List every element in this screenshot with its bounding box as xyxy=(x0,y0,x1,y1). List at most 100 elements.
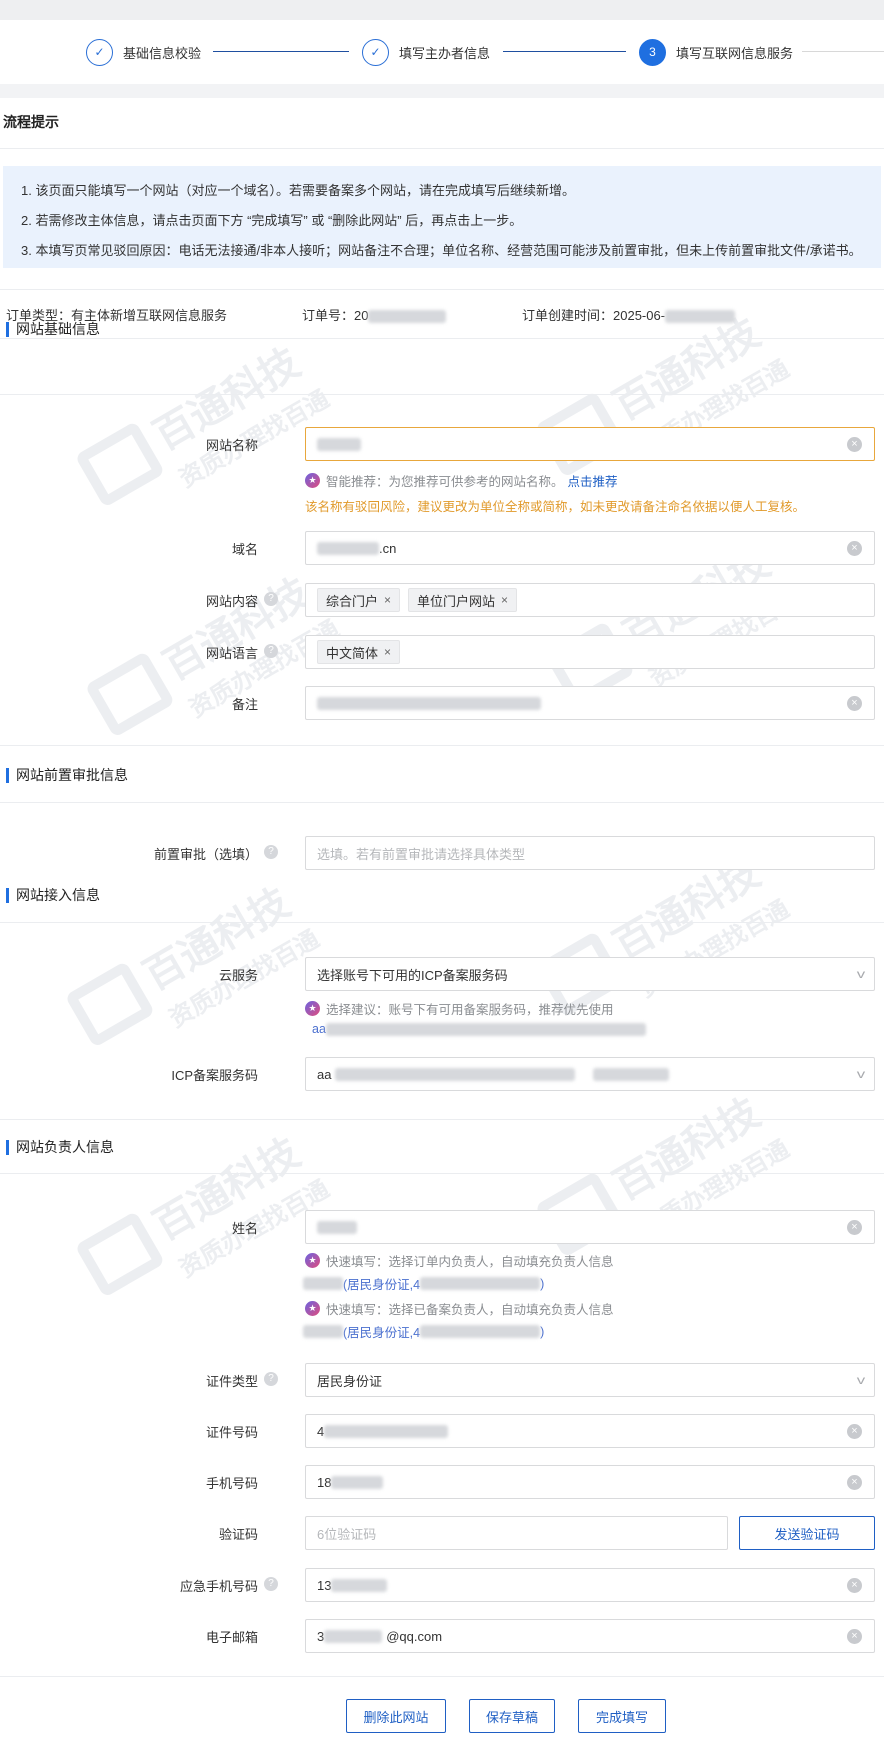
divider xyxy=(0,1119,884,1120)
email-input[interactable]: 3 @qq.com × xyxy=(305,1619,875,1653)
delete-site-button[interactable]: 删除此网站 xyxy=(346,1699,446,1733)
name-input[interactable]: × xyxy=(305,1210,875,1244)
quick-fill-order-option[interactable]: (居民身份证,4) xyxy=(303,1274,544,1293)
divider xyxy=(0,922,884,923)
clear-icon[interactable]: × xyxy=(847,1220,862,1235)
step-connector xyxy=(503,51,626,52)
quick-fill-filed-option[interactable]: (居民身份证,4) xyxy=(303,1322,544,1341)
form-card: 百通科技 资质办理找百通 百通科技 资质办理找百通 百通科技 资质办理找百通 百通科技… xyxy=(0,98,884,1757)
recommend-link[interactable]: 点击推荐 xyxy=(568,471,618,490)
divider xyxy=(0,148,884,149)
icp-code-select[interactable]: aa v xyxy=(305,1057,875,1091)
notice-line: 3. 本填写页常见驳回原因：电话无法接通/非本人接听；网站备注不合理；单位名称、… xyxy=(21,243,862,258)
emergency-phone-input[interactable]: 13 × xyxy=(305,1568,875,1602)
help-icon[interactable]: ? xyxy=(264,1577,278,1591)
step-internet-service[interactable]: 3 填写互联网信息服务 xyxy=(639,38,793,66)
star-icon: ★ xyxy=(305,1001,320,1016)
help-icon[interactable]: ? xyxy=(264,845,278,859)
flow-tips-title: 流程提示 xyxy=(3,114,59,130)
finish-button[interactable]: 完成填写 xyxy=(578,1699,666,1733)
star-icon: ★ xyxy=(305,1253,320,1268)
clear-icon[interactable]: × xyxy=(847,1424,862,1439)
step-sponsor-info[interactable]: ✓ 填写主办者信息 xyxy=(362,38,490,66)
site-name-input[interactable]: × xyxy=(305,427,875,461)
phone-input[interactable]: 18 × xyxy=(305,1465,875,1499)
clear-icon[interactable]: × xyxy=(847,1629,862,1644)
name-label: 姓名 xyxy=(231,1221,258,1236)
tag-remove-icon[interactable]: × xyxy=(501,593,508,607)
cloud-service-select[interactable]: 选择账号下可用的ICP备案服务码 v xyxy=(305,957,875,991)
phone-label: 手机号码 xyxy=(205,1476,258,1491)
star-icon: ★ xyxy=(305,473,320,488)
clear-icon[interactable]: × xyxy=(847,1475,862,1490)
site-content-select[interactable]: 综合门户 × 单位门户网站 × xyxy=(305,583,875,617)
domain-label: 域名 xyxy=(231,542,258,557)
id-type-label: 证件类型 xyxy=(205,1374,258,1389)
cloud-hint: ★ 选择建议：账号下有可用备案服务码，推荐优先使用 xyxy=(305,999,614,1018)
section-title-owner: 网站负责人信息 xyxy=(6,1140,114,1155)
notice-box: 1. 该页面只能填写一个网站（对应一个域名）。若需要备案多个网站，请在完成填写后… xyxy=(3,166,881,268)
id-type-select[interactable]: 居民身份证 v xyxy=(305,1363,875,1397)
verify-code-input[interactable]: 6位验证码 xyxy=(305,1516,728,1550)
id-number-input[interactable]: 4 × xyxy=(305,1414,875,1448)
pre-approval-select[interactable]: 选填。若有前置审批请选择具体类型 xyxy=(305,836,875,870)
content-tag: 综合门户 × xyxy=(317,588,401,612)
verify-code-label: 验证码 xyxy=(218,1527,258,1542)
cloud-service-label: 云服务 xyxy=(218,968,258,983)
section-title-basic: 网站基础信息 xyxy=(6,322,100,337)
suggested-service-code[interactable]: aa xyxy=(312,1022,646,1036)
name-risk-warning: 该名称有驳回风险，建议更改为单位全称或简称，如未更改请备注命名依据以便人工复核。 xyxy=(305,500,806,514)
divider xyxy=(0,338,884,339)
step-connector xyxy=(213,51,349,52)
site-content-label: 网站内容 xyxy=(205,594,258,609)
tag-remove-icon[interactable]: × xyxy=(384,593,391,607)
step-label: 基础信息校验 xyxy=(123,45,202,61)
step-basic-check[interactable]: ✓ 基础信息校验 xyxy=(86,38,201,66)
progress-steps: ✓ 基础信息校验 ✓ 填写主办者信息 3 填写互联网信息服务 xyxy=(0,20,884,84)
order-created-time: 订单创建时间：2025-06- xyxy=(522,305,736,324)
tag-remove-icon[interactable]: × xyxy=(384,645,391,659)
clear-icon[interactable]: × xyxy=(847,696,862,711)
chevron-down-icon: v xyxy=(856,1067,866,1081)
send-code-button[interactable]: 发送验证码 xyxy=(739,1516,875,1550)
id-number-label: 证件号码 xyxy=(205,1425,258,1440)
help-icon[interactable]: ? xyxy=(264,1372,278,1386)
save-draft-button[interactable]: 保存草稿 xyxy=(469,1699,555,1733)
remark-input[interactable]: × xyxy=(305,686,875,720)
help-icon[interactable]: ? xyxy=(264,592,278,606)
domain-input[interactable]: .cn × xyxy=(305,531,875,565)
watermark: 百通科技资质办理找百通 xyxy=(74,332,334,532)
clear-icon[interactable]: × xyxy=(847,541,862,556)
divider xyxy=(0,1173,884,1174)
divider xyxy=(0,289,884,290)
divider xyxy=(0,1676,884,1677)
check-icon: ✓ xyxy=(362,38,389,66)
divider xyxy=(0,745,884,746)
icp-code-label: ICP备案服务码 xyxy=(171,1068,258,1083)
top-band xyxy=(0,0,884,20)
star-icon: ★ xyxy=(305,1301,320,1316)
chevron-down-icon: v xyxy=(856,967,866,981)
step-label: 填写互联网信息服务 xyxy=(676,45,794,61)
divider xyxy=(0,394,884,395)
remark-label: 备注 xyxy=(231,697,258,712)
site-language-select[interactable]: 中文简体 × xyxy=(305,635,875,669)
notice-line: 1. 该页面只能填写一个网站（对应一个域名）。若需要备案多个网站，请在完成填写后… xyxy=(21,183,575,198)
quick-fill-order-hint: ★ 快速填写：选择订单内负责人，自动填充负责人信息 xyxy=(305,1251,614,1270)
language-tag: 中文简体 × xyxy=(317,640,401,664)
site-name-label: 网站名称 xyxy=(205,438,258,453)
chevron-down-icon: v xyxy=(856,1373,866,1387)
order-number: 订单号：20 xyxy=(302,305,447,324)
clear-icon[interactable]: × xyxy=(847,1578,862,1593)
section-title-pre-approval: 网站前置审批信息 xyxy=(6,768,128,783)
step-label: 填写主办者信息 xyxy=(399,45,491,61)
clear-icon[interactable]: × xyxy=(847,437,862,452)
help-icon[interactable]: ? xyxy=(264,644,278,658)
notice-line: 2. 若需修改主体信息，请点击页面下方 “完成填写” 或 “删除此网站” 后，再… xyxy=(21,213,523,228)
section-title-access: 网站接入信息 xyxy=(6,888,100,903)
email-label: 电子邮箱 xyxy=(205,1630,258,1645)
divider xyxy=(0,802,884,803)
content-tag: 单位门户网站 × xyxy=(408,588,518,612)
step-connector xyxy=(802,51,884,52)
step-number-badge: 3 xyxy=(639,38,666,66)
